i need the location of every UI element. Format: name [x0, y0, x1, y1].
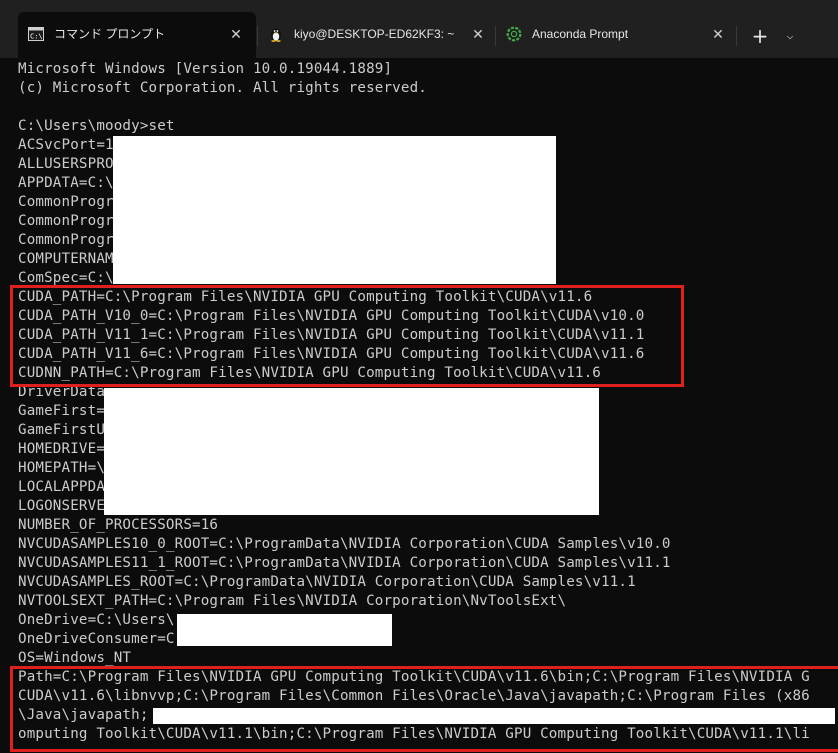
console-line: CommonProgr [18, 213, 114, 229]
console-line: Microsoft Windows [Version 10.0.19044.18… [18, 61, 393, 77]
console-line: NVCUDASAMPLES_ROOT=C:\ProgramData\NVIDIA… [18, 574, 636, 590]
console-line: CommonProgr [18, 194, 114, 210]
console-line: OneDrive=C:\Users\ [18, 612, 175, 628]
console-line: COMPUTERNAM [18, 251, 114, 267]
console-line: NVTOOLSEXT_PATH=C:\Program Files\NVIDIA … [18, 593, 567, 609]
console-line: NVCUDASAMPLES11_1_ROOT=C:\ProgramData\NV… [18, 555, 671, 571]
redaction-block [177, 614, 392, 646]
path-highlight-box [10, 666, 838, 752]
console-line: HOMEPATH=\ [18, 460, 106, 476]
redaction-block [104, 388, 599, 515]
console-line: CommonProgr [18, 232, 114, 248]
console-line: ALLUSERSPRO [18, 156, 114, 172]
console-line: (c) Microsoft Corporation. All rights re… [18, 80, 427, 96]
tab-divider [736, 26, 737, 46]
new-tab-button[interactable]: + [748, 24, 772, 48]
tab-command-prompt[interactable]: C:\ コマンド プロンプト ✕ [18, 12, 256, 58]
svg-text:C:\: C:\ [30, 33, 43, 41]
cuda-paths-highlight-box [10, 285, 684, 387]
console-line: HOMEDRIVE= [18, 441, 106, 457]
tab-dropdown-button[interactable]: ⌵ [780, 24, 800, 48]
anaconda-icon [506, 26, 522, 42]
close-tab-icon[interactable]: ✕ [708, 24, 728, 44]
tab-label: コマンド プロンプト [54, 27, 165, 41]
tab-anaconda-prompt[interactable]: Anaconda Prompt ✕ [496, 12, 732, 58]
redaction-block [113, 136, 556, 284]
console-line: GameFirst= [18, 403, 106, 419]
tab-kiyo-desktop[interactable]: kiyo@DESKTOP-ED62KF3: ~ ✕ [258, 12, 494, 58]
command-prompt-line: C:\Users\moody>set [18, 118, 175, 134]
console-output[interactable]: Microsoft Windows [Version 10.0.19044.18… [0, 58, 838, 753]
console-line: APPDATA=C:\ [18, 175, 114, 191]
console-line: LOGONSERVE [18, 498, 106, 514]
tab-bar: C:\ コマンド プロンプト ✕ kiyo@DESKTOP-ED62KF3: ~… [0, 0, 838, 59]
console-line: NVCUDASAMPLES10_0_ROOT=C:\ProgramData\NV… [18, 536, 671, 552]
close-tab-icon[interactable]: ✕ [226, 24, 246, 44]
close-tab-icon[interactable]: ✕ [468, 24, 488, 44]
console-line: GameFirstU [18, 422, 106, 438]
console-line: OneDriveConsumer=C [18, 631, 175, 647]
console-line: LOCALAPPDA [18, 479, 106, 495]
console-line: NUMBER_OF_PROCESSORS=16 [18, 517, 219, 533]
tab-label: kiyo@DESKTOP-ED62KF3: ~ [294, 27, 455, 41]
cmd-icon: C:\ [28, 26, 44, 42]
linux-penguin-icon [268, 26, 284, 42]
console-line: ACSvcPort=1 [18, 137, 114, 153]
tab-label: Anaconda Prompt [532, 27, 629, 41]
